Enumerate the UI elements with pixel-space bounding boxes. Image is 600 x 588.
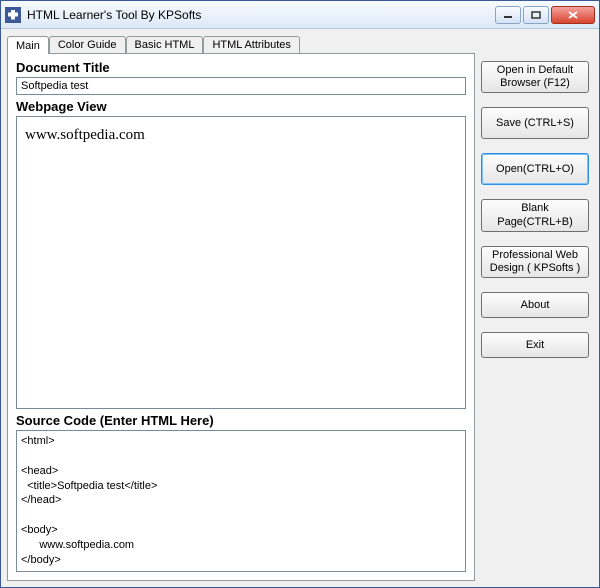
maximize-icon xyxy=(531,11,541,19)
open-default-browser-button[interactable]: Open in Default Browser (F12) xyxy=(481,61,589,93)
tab-html-attributes[interactable]: HTML Attributes xyxy=(203,36,299,53)
document-title-label: Document Title xyxy=(16,60,466,75)
close-button[interactable] xyxy=(551,6,595,24)
app-icon xyxy=(5,7,21,23)
titlebar: HTML Learner's Tool By KPSofts xyxy=(1,1,599,29)
save-button[interactable]: Save (CTRL+S) xyxy=(481,107,589,139)
blank-page-button[interactable]: Blank Page(CTRL+B) xyxy=(481,199,589,231)
minimize-icon xyxy=(503,11,513,19)
webpage-view[interactable]: www.softpedia.com xyxy=(16,116,466,409)
tab-color-guide[interactable]: Color Guide xyxy=(49,36,126,53)
minimize-button[interactable] xyxy=(495,6,521,24)
webpage-view-label: Webpage View xyxy=(16,99,466,114)
close-icon xyxy=(568,11,578,19)
app-window: HTML Learner's Tool By KPSofts Main Colo… xyxy=(0,0,600,588)
maximize-button[interactable] xyxy=(523,6,549,24)
source-code-textarea[interactable] xyxy=(16,430,466,572)
tab-basic-html[interactable]: Basic HTML xyxy=(126,36,204,53)
professional-web-design-button[interactable]: Professional Web Design ( KPSofts ) xyxy=(481,246,589,278)
source-code-label: Source Code (Enter HTML Here) xyxy=(16,413,466,428)
window-buttons xyxy=(495,6,595,24)
document-title-input[interactable] xyxy=(16,77,466,95)
client-area: Main Color Guide Basic HTML HTML Attribu… xyxy=(1,29,599,587)
tabstrip: Main Color Guide Basic HTML HTML Attribu… xyxy=(7,33,475,53)
window-title: HTML Learner's Tool By KPSofts xyxy=(27,8,495,22)
right-column: Open in Default Browser (F12) Save (CTRL… xyxy=(481,33,593,581)
exit-button[interactable]: Exit xyxy=(481,332,589,358)
about-button[interactable]: About xyxy=(481,292,589,318)
open-button[interactable]: Open(CTRL+O) xyxy=(481,153,589,185)
webpage-content: www.softpedia.com xyxy=(25,127,145,143)
left-column: Main Color Guide Basic HTML HTML Attribu… xyxy=(7,33,475,581)
tab-main[interactable]: Main xyxy=(7,36,49,54)
tab-page-main: Document Title Webpage View www.softpedi… xyxy=(7,53,475,581)
